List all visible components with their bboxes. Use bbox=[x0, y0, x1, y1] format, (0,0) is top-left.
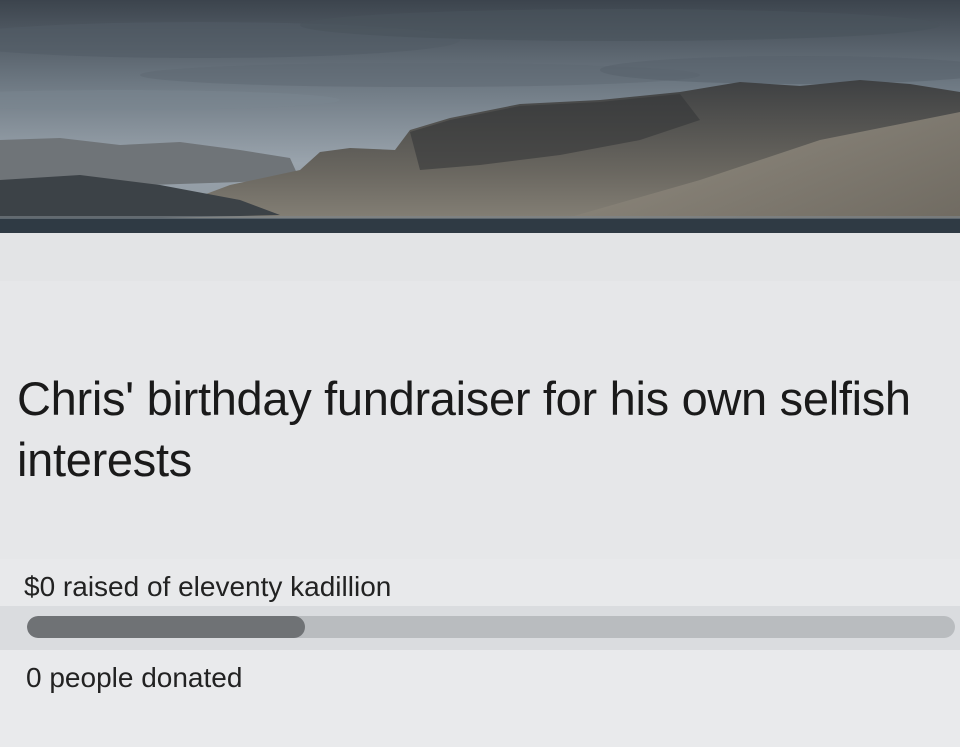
donor-count-text: 0 people donated bbox=[26, 662, 243, 693]
progress-bar-fill bbox=[27, 616, 306, 638]
raised-amount-text: $0 raised of eleventy kadillion bbox=[24, 571, 392, 602]
progress-bar bbox=[27, 616, 955, 638]
fundraiser-title: Chris' birthday fundraiser for his own s… bbox=[17, 372, 911, 486]
landscape-image bbox=[0, 0, 960, 233]
cover-photo bbox=[0, 0, 960, 233]
cover-fade-band bbox=[0, 233, 960, 281]
